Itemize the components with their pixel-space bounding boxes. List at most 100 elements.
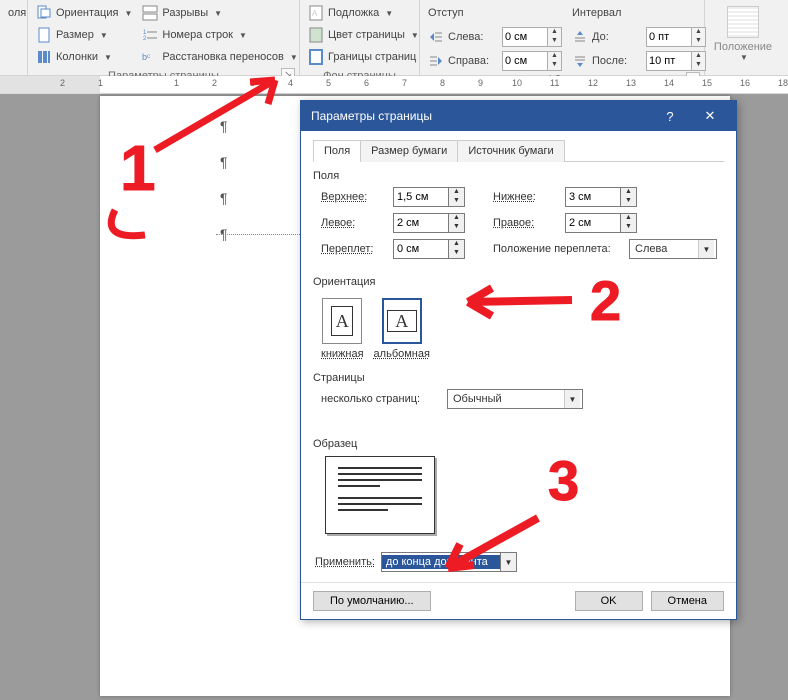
indent-left-icon xyxy=(428,29,444,45)
spin-up-icon[interactable]: ▲ xyxy=(620,188,636,197)
chevron-down-icon: ▼ xyxy=(411,31,419,40)
spin-up-icon[interactable]: ▲ xyxy=(448,240,464,249)
tab-fields[interactable]: Поля xyxy=(313,140,361,162)
dialog-titlebar[interactable]: Параметры страницы ? ✕ xyxy=(301,101,736,131)
page-color-button[interactable]: Цвет страницы▼ xyxy=(304,24,423,46)
margin-bottom-label: Нижнее: xyxy=(493,191,559,203)
ribbon-page-bg-group: AПодложка▼ Цвет страницы▼ Границы страни… xyxy=(300,0,420,75)
cancel-button[interactable]: Отмена xyxy=(651,591,724,611)
margin-top-label: Верхнее: xyxy=(321,191,387,203)
chevron-down-icon: ▼ xyxy=(564,390,580,408)
orientation-landscape[interactable]: A альбомная xyxy=(374,298,430,360)
indent-right-input[interactable]: ▲▼ xyxy=(502,51,562,71)
chevron-down-icon: ▼ xyxy=(104,53,112,62)
columns-icon xyxy=(36,49,52,65)
spin-up-icon[interactable]: ▲ xyxy=(448,188,464,197)
margin-right-input[interactable]: ▲▼ xyxy=(565,213,637,233)
page-borders-button[interactable]: Границы страниц xyxy=(304,46,423,68)
horizontal-ruler[interactable]: 21 123 456 789 101112 131415 1618 xyxy=(0,76,788,94)
spin-down-icon[interactable]: ▼ xyxy=(620,197,636,206)
orientation-icon xyxy=(36,5,52,21)
tab-paper-source[interactable]: Источник бумаги xyxy=(457,140,564,162)
multiple-pages-select[interactable]: Обычный▼ xyxy=(447,389,583,409)
spacing-after-label: После: xyxy=(592,55,642,67)
spin-up-icon[interactable]: ▲ xyxy=(547,28,561,37)
margin-left-input[interactable]: ▲▼ xyxy=(393,213,465,233)
gutter-pos-label: Положение переплета: xyxy=(493,243,623,255)
margin-top-input[interactable]: ▲▼ xyxy=(393,187,465,207)
spin-down-icon[interactable]: ▼ xyxy=(448,249,464,258)
ribbon-margins-stub: оля xyxy=(0,0,28,75)
chevron-down-icon: ▼ xyxy=(290,53,298,62)
margin-bottom-input[interactable]: ▲▼ xyxy=(565,187,637,207)
line-numbers-icon: 12 xyxy=(142,27,158,43)
spin-down-icon[interactable]: ▼ xyxy=(448,197,464,206)
columns-button[interactable]: Колонки▼ xyxy=(32,46,136,68)
spacing-title: Интервал xyxy=(572,7,621,19)
dialog-footer: По умолчанию... OK Отмена xyxy=(301,582,736,619)
position-button[interactable]: Положение▼ xyxy=(709,2,777,66)
indent-right-label: Справа: xyxy=(448,55,498,67)
indent-left-input[interactable]: ▲▼ xyxy=(502,27,562,47)
ok-button[interactable]: OK xyxy=(575,591,643,611)
orientation-portrait-label: книжная xyxy=(321,348,364,360)
orientation-portrait[interactable]: A книжная xyxy=(321,298,364,360)
paragraph-mark: ¶ xyxy=(220,118,228,134)
spin-down-icon[interactable]: ▼ xyxy=(547,61,561,70)
orientation-button[interactable]: Ориентация▼ xyxy=(32,2,136,24)
svg-text:2: 2 xyxy=(143,36,147,42)
chevron-down-icon: ▼ xyxy=(239,31,247,40)
help-button[interactable]: ? xyxy=(650,109,690,124)
spacing-after-input[interactable]: ▲▼ xyxy=(646,51,706,71)
spin-down-icon[interactable]: ▼ xyxy=(448,223,464,232)
size-icon xyxy=(36,27,52,43)
hyphenation-button[interactable]: bᶜРасстановка переносов▼ xyxy=(138,46,301,68)
gutter-pos-select[interactable]: Слева▼ xyxy=(629,239,717,259)
default-button[interactable]: По умолчанию... xyxy=(313,591,431,611)
apply-to-select[interactable]: до конца документа▼ xyxy=(381,552,517,572)
chevron-down-icon: ▼ xyxy=(385,9,393,18)
breaks-button[interactable]: Разрывы▼ xyxy=(138,2,301,24)
ribbon-paragraph-group: Отступ Слева:▲▼ Справа:▲▼ Интервал До:▲▼… xyxy=(420,0,705,75)
tab-paper-size[interactable]: Размер бумаги xyxy=(360,140,458,162)
indent-right-icon xyxy=(428,53,444,69)
indent-left-label: Слева: xyxy=(448,31,498,43)
position-icon xyxy=(727,6,759,38)
spin-up-icon[interactable]: ▲ xyxy=(620,214,636,223)
margins-button[interactable]: оля xyxy=(4,2,30,24)
spin-up-icon[interactable]: ▲ xyxy=(691,28,705,37)
indent-title: Отступ xyxy=(428,7,464,19)
apply-to-label: Применить: xyxy=(315,556,375,568)
orientation-section-label: Ориентация xyxy=(313,276,724,288)
preview-thumbnail xyxy=(325,456,435,534)
spin-down-icon[interactable]: ▼ xyxy=(547,37,561,46)
pages-section-label: Страницы xyxy=(313,372,724,384)
line-numbers-button[interactable]: 12Номера строк▼ xyxy=(138,24,301,46)
dialog-title-text: Параметры страницы xyxy=(311,109,650,123)
page-setup-dialog: Параметры страницы ? ✕ Поля Размер бумаг… xyxy=(300,100,737,620)
margin-right-label: Правое: xyxy=(493,217,559,229)
svg-text:A: A xyxy=(312,9,318,18)
chevron-down-icon: ▼ xyxy=(100,31,108,40)
spin-up-icon[interactable]: ▲ xyxy=(547,52,561,61)
spin-down-icon[interactable]: ▼ xyxy=(691,37,705,46)
svg-text:bᶜ: bᶜ xyxy=(142,52,150,62)
multiple-pages-label: несколько страниц: xyxy=(321,393,441,405)
preview-section-label: Образец xyxy=(313,438,724,450)
size-button[interactable]: Размер▼ xyxy=(32,24,136,46)
spin-down-icon[interactable]: ▼ xyxy=(620,223,636,232)
close-button[interactable]: ✕ xyxy=(690,108,730,124)
chevron-down-icon: ▼ xyxy=(124,9,132,18)
ribbon-arrange-group: Положение▼ xyxy=(705,0,781,75)
watermark-button[interactable]: AПодложка▼ xyxy=(304,2,423,24)
spin-up-icon[interactable]: ▲ xyxy=(448,214,464,223)
chevron-down-icon: ▼ xyxy=(740,53,748,62)
gutter-input[interactable]: ▲▼ xyxy=(393,239,465,259)
spin-down-icon[interactable]: ▼ xyxy=(691,61,705,70)
ribbon: оля Ориентация▼ Размер▼ Колонки▼ Разрывы… xyxy=(0,0,788,76)
spacing-before-input[interactable]: ▲▼ xyxy=(646,27,706,47)
page-borders-icon xyxy=(308,49,324,65)
margin-left-label: Левое: xyxy=(321,217,387,229)
watermark-icon: A xyxy=(308,5,324,21)
spin-up-icon[interactable]: ▲ xyxy=(691,52,705,61)
